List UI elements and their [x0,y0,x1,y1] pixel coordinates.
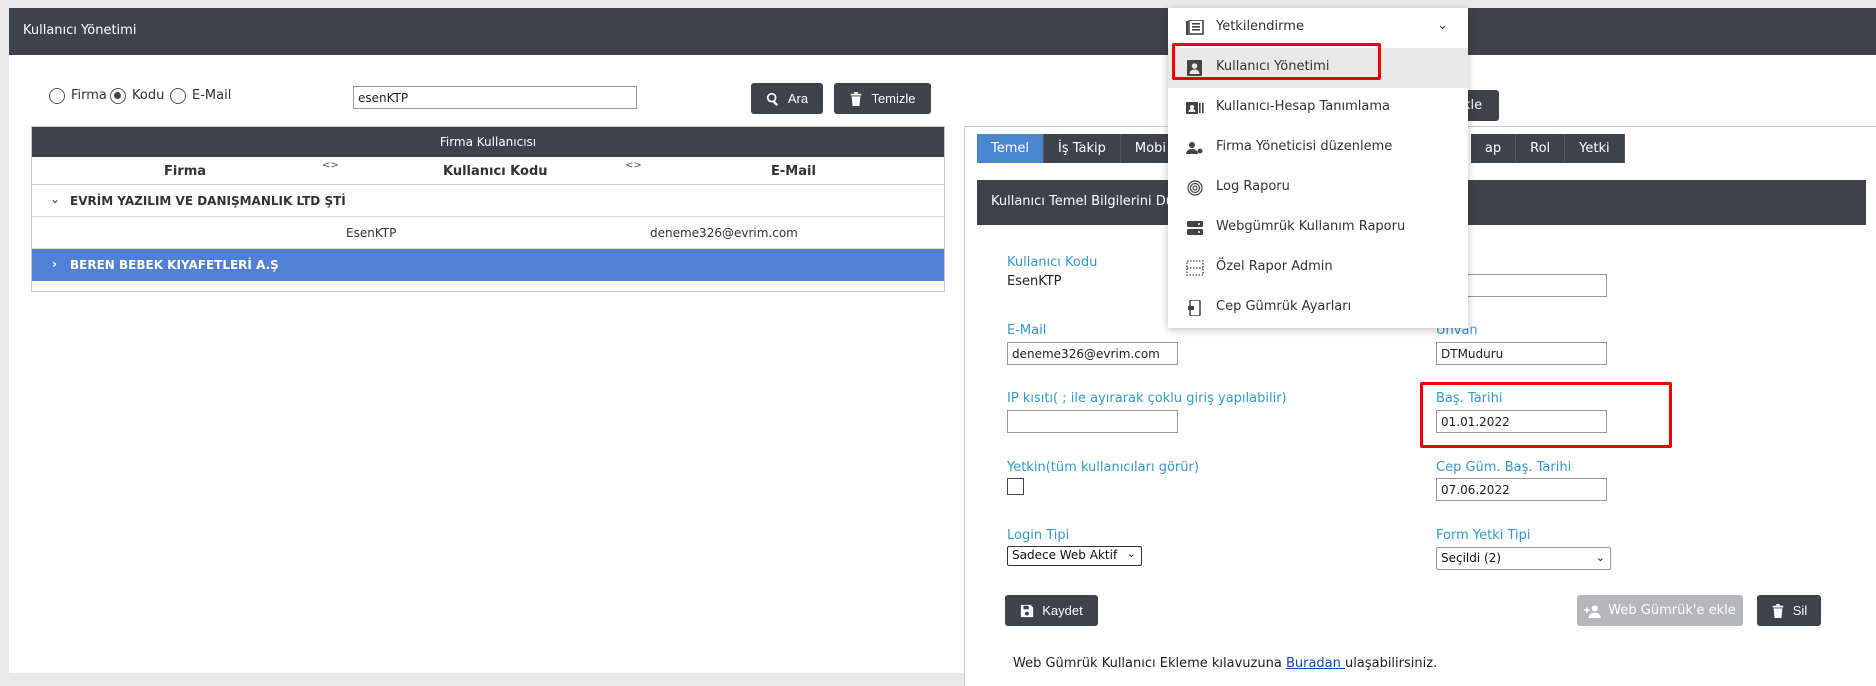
tab-mobil[interactable]: Mobi [1120,134,1169,163]
menu-item-ozel-rapor[interactable]: Özel Rapor Admin [1168,248,1468,288]
cell-kullanici-kodu: EsenKTP [346,226,397,240]
group-name: BEREN BEBEK KIYAFETLERİ A.Ş [70,258,279,272]
ip-label: IP kısıtı( ; ile ayırarak çoklu giriş ya… [1007,391,1287,406]
radio-firma-label: Firma [71,88,107,103]
fingerprint-icon [1186,180,1204,196]
highlight-box [1172,43,1381,80]
yetkin-checkbox[interactable] [1007,478,1024,495]
ara-button[interactable]: Ara [751,83,823,114]
email-field[interactable] [1007,342,1178,365]
table-header: Firma <> Kullanıcı Kodu <> E-Mail [32,157,944,185]
save-icon [1021,604,1034,617]
table-row[interactable]: EsenKTP deneme326@evrim.com [32,217,944,249]
menu-item-label: Kullanıcı-Hesap Tanımlama [1216,99,1390,114]
group-name: EVRİM YAZILIM VE DANIŞMANLIK LTD ŞTİ [70,194,346,208]
menu-item-label: Log Raporu [1216,179,1290,194]
col-email[interactable]: E-Mail [771,164,816,179]
group-row-evrim[interactable]: ⌄ EVRİM YAZILIM VE DANIŞMANLIK LTD ŞTİ [32,185,944,217]
menu-item-firma-yoneticisi[interactable]: Firma Yöneticisi düzenleme [1168,128,1468,168]
users-gear-icon [1186,140,1204,156]
page-header: Kullanıcı Yönetimi [9,8,1876,55]
search-icon [766,92,778,106]
menu-item-webgumruk-raporu[interactable]: Webgümrük Kullanım Raporu [1168,208,1468,248]
kullanici-kodu-label: Kullanıcı Kodu [1007,255,1098,270]
radio-kodu[interactable] [110,88,126,104]
buradan-link[interactable]: Buradan [1286,656,1345,671]
menu-item-label: Yetkilendirme [1216,19,1304,34]
login-tipi-label: Login Tipi [1007,528,1070,543]
highlight-box [1420,382,1672,448]
form-yetki-label: Form Yetki Tipi [1436,528,1531,543]
tab-temel[interactable]: Temel [977,134,1045,163]
kaydet-button[interactable]: Kaydet [1005,595,1098,626]
dotted-grid-icon [1186,260,1204,276]
sort-icon[interactable]: <> [625,160,642,171]
temizle-label: Temizle [871,91,916,106]
menu-item-label: Cep Gümrük Ayarları [1216,299,1352,314]
add-user-icon [1584,604,1602,618]
cep-bas-tarihi-field[interactable] [1436,478,1607,501]
trash-icon [1772,603,1784,618]
chevron-down-icon: ⌄ [50,192,61,206]
sort-icon[interactable]: <> [322,160,339,171]
form-header-title: Kullanıcı Temel Bilgilerini Dü [991,194,1174,209]
chevron-right-icon: › [52,257,57,271]
cep-bas-tarihi-label: Cep Güm. Baş. Tarihi [1436,460,1572,475]
form-yetki-value: Seçildi (2) [1441,551,1502,565]
trash-icon [851,91,862,106]
tab-yetki[interactable]: Yetki [1565,134,1625,163]
ip-field[interactable] [1007,410,1178,433]
temizle-button[interactable]: Temizle [834,83,931,114]
chevron-down-icon: ⌄ [1126,547,1136,560]
sil-button[interactable]: Sil [1757,595,1821,626]
yetkin-label: Yetkin(tüm kullanıcıları görür) [1007,460,1199,475]
kullanici-kodu-value: EsenKTP [1007,274,1062,289]
col-kullanici-kodu[interactable]: Kullanıcı Kodu [443,164,548,179]
email-label: E-Mail [1007,323,1047,338]
col-firma[interactable]: Firma [164,164,206,179]
panel-title: Firma Kullanıcısı [32,127,944,157]
chevron-down-icon: ⌄ [1595,551,1605,564]
menu-item-cep-gumruk[interactable]: Cep Gümrük Ayarları [1168,288,1468,328]
tab-hesap[interactable]: ap [1470,134,1517,163]
footnote-text: Web Gümrük Kullanıcı Ekleme kılavuzuna [1013,656,1286,671]
radio-email-label: E-Mail [192,88,232,103]
form-yetki-select[interactable]: Seçildi (2) ⌄ [1436,547,1611,570]
cell-email: deneme326@evrim.com [650,226,798,240]
menu-item-log-raporu[interactable]: Log Raporu [1168,168,1468,208]
sil-label: Sil [1792,603,1808,618]
radio-kodu-label: Kodu [132,88,165,103]
web-gumruk-ekle-label: Web Gümrük'e ekle [1608,603,1736,618]
book-icon [1186,19,1204,36]
footnote-text-end: ulaşabilirsiniz. [1345,656,1438,671]
app-window: Kullanıcı Yönetimi Firma Kodu E-Mail Ara… [9,8,1876,686]
unvan-field[interactable] [1436,342,1607,365]
radio-firma[interactable] [49,88,65,104]
menu-item-kullanici-hesap[interactable]: Kullanıcı-Hesap Tanımlama [1168,88,1468,128]
login-tipi-value: Sadece Web Aktif [1012,548,1118,562]
ara-label: Ara [787,91,809,106]
menu-item-label: Özel Rapor Admin [1216,259,1333,274]
group-row-beren[interactable]: › BEREN BEBEK KIYAFETLERİ A.Ş [32,249,944,281]
radio-email[interactable] [170,88,186,104]
menu-item-yetkilendirme[interactable]: Yetkilendirme ⌄ [1168,8,1468,48]
firma-kullanicisi-panel: Firma Kullanıcısı Firma <> Kullanıcı Kod… [31,126,945,292]
login-tipi-select[interactable]: Sadece Web Aktif ⌄ [1007,546,1142,566]
web-gumruk-ekle-button[interactable]: Web Gümrük'e ekle [1577,595,1743,626]
mobile-icon [1186,299,1204,317]
menu-item-label: Webgümrük Kullanım Raporu [1216,219,1406,234]
page-title: Kullanıcı Yönetimi [23,23,137,38]
menu-item-label: Firma Yöneticisi düzenleme [1216,139,1393,154]
tab-rol[interactable]: Rol [1516,134,1566,163]
server-icon [1186,220,1204,236]
chevron-down-icon: ⌄ [1437,18,1448,33]
footnote: Web Gümrük Kullanıcı Ekleme kılavuzuna B… [1013,656,1437,671]
tab-is-takip[interactable]: İş Takip [1044,134,1121,163]
kaydet-label: Kaydet [1042,603,1083,618]
id-card-icon [1186,100,1204,116]
search-input[interactable] [353,86,637,109]
